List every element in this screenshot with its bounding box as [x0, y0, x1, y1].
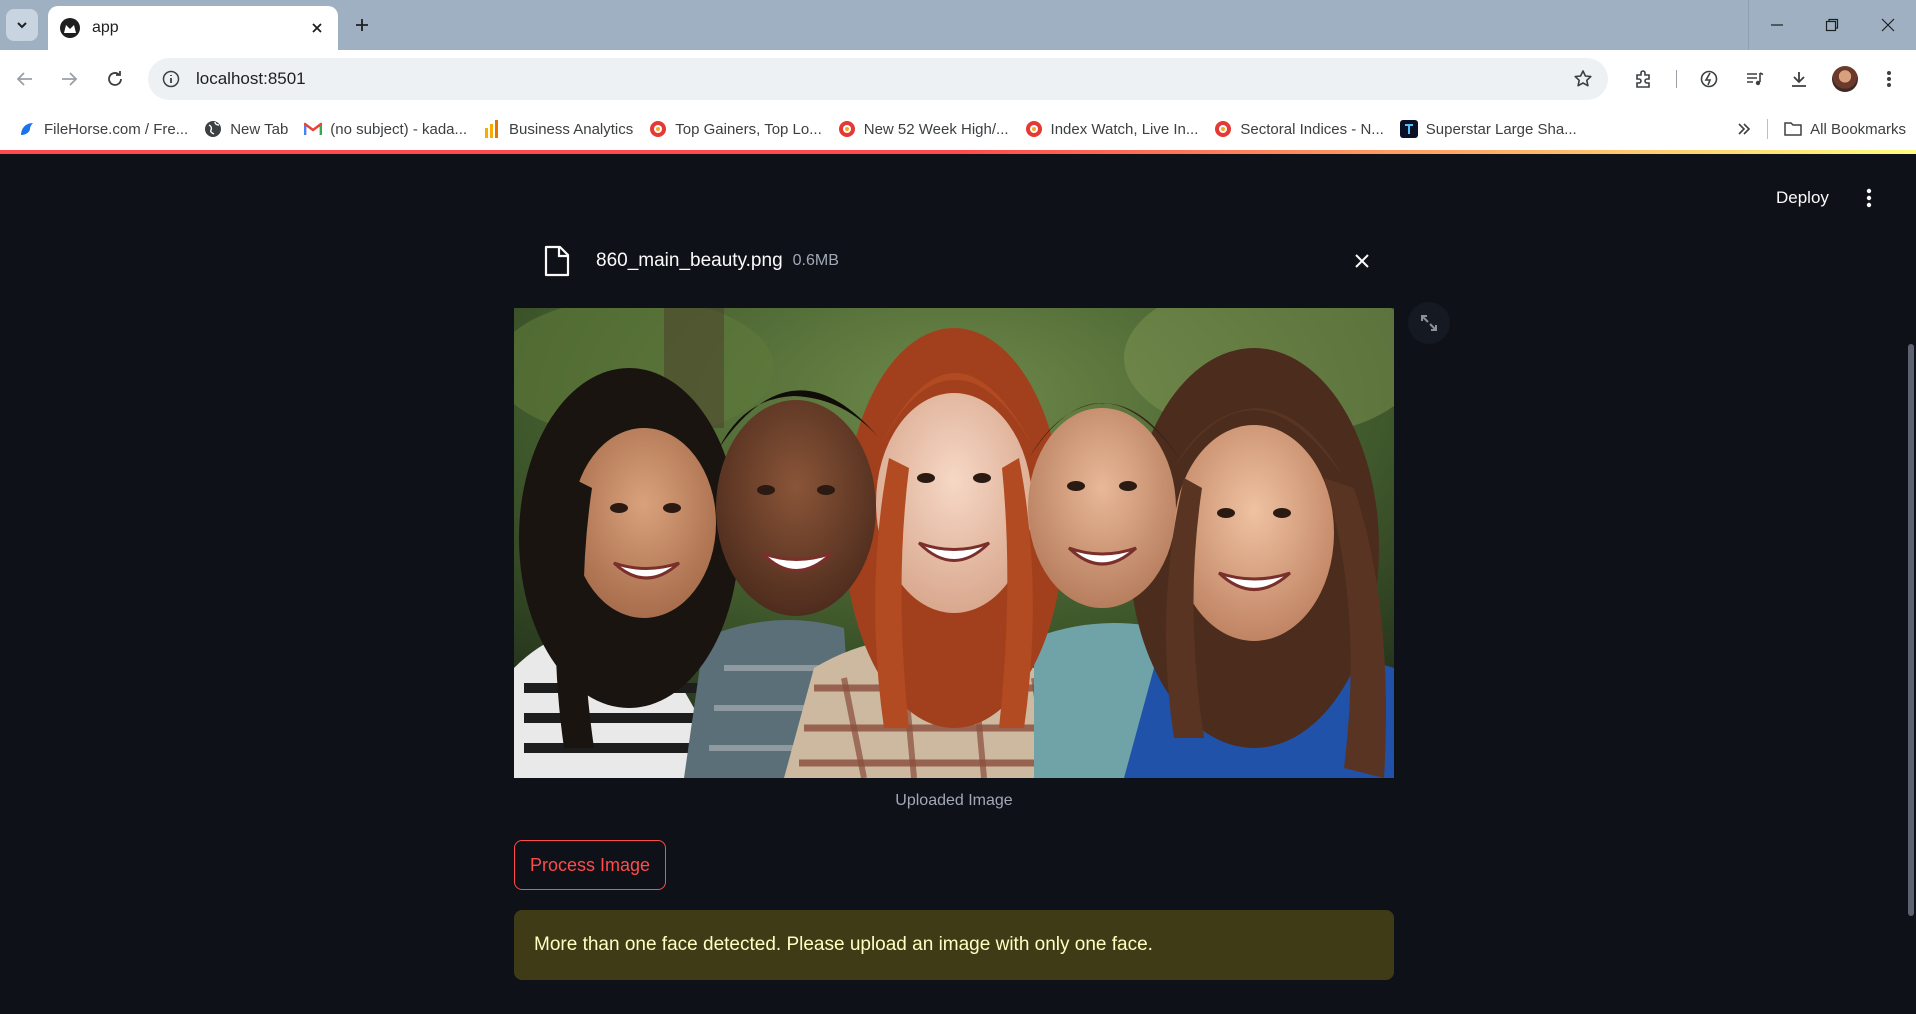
process-image-button[interactable]: Process Image — [514, 840, 667, 890]
deploy-button[interactable]: Deploy — [1766, 180, 1839, 216]
bookmark-new-tab[interactable]: New Tab — [196, 115, 296, 143]
bookmark-top-gainers[interactable]: Top Gainers, Top Lo... — [641, 115, 829, 143]
close-icon — [1355, 254, 1369, 268]
bookmark-business-analytics[interactable]: Business Analytics — [475, 115, 641, 143]
performance-icon[interactable] — [1694, 64, 1724, 94]
bookmark-52-week-high[interactable]: New 52 Week High/... — [830, 115, 1017, 143]
tab-close-icon[interactable] — [308, 19, 326, 37]
chevron-down-icon — [17, 22, 27, 29]
uploaded-file: 860_main_beauty.png 0.6MB — [514, 236, 1394, 286]
streamlit-app: Deploy 860_main_beauty.png 0.6MB Uploade… — [0, 150, 1916, 1014]
arrow-left-icon — [16, 72, 32, 86]
bookmark-superstar[interactable]: Superstar Large Sha... — [1392, 115, 1585, 143]
bookmark-gmail[interactable]: (no subject) - kada... — [296, 115, 475, 143]
bookmark-sectoral-indices[interactable]: Sectoral Indices - N... — [1206, 115, 1391, 143]
file-icon — [542, 243, 572, 279]
bookmarks-divider — [1767, 119, 1769, 139]
plus-icon — [356, 19, 368, 31]
window-controls — [1748, 0, 1916, 50]
warning-alert: More than one face detected. Please uplo… — [514, 910, 1394, 980]
tab-search-button[interactable] — [6, 9, 38, 41]
new-tab-button[interactable] — [348, 11, 376, 39]
filehorse-icon — [18, 120, 36, 138]
forward-button[interactable] — [54, 64, 84, 94]
moneycontrol-icon — [838, 120, 856, 138]
trendlyne-icon — [1399, 120, 1418, 138]
download-icon[interactable] — [1784, 64, 1814, 94]
close-window-button[interactable] — [1860, 0, 1916, 50]
site-info-icon[interactable] — [156, 64, 186, 94]
back-button[interactable] — [10, 64, 40, 94]
all-bookmarks-button[interactable]: All Bookmarks — [1784, 115, 1906, 143]
expand-icon — [1421, 315, 1437, 331]
uploaded-image — [514, 308, 1394, 778]
folder-icon — [1784, 120, 1802, 138]
group-photo-illustration — [514, 308, 1394, 778]
arrow-right-icon — [62, 72, 78, 86]
file-size: 0.6MB — [792, 252, 839, 269]
restore-icon — [1825, 18, 1839, 32]
toolbar-divider — [1676, 70, 1677, 88]
bookmark-index-watch[interactable]: Index Watch, Live In... — [1017, 115, 1207, 143]
address-bar[interactable]: localhost:8501 — [148, 58, 1608, 100]
fullscreen-button[interactable] — [1408, 302, 1450, 344]
browser-menu-icon[interactable] — [1874, 64, 1904, 94]
bookmarks-right-group: All Bookmarks — [1729, 115, 1906, 143]
bookmark-filehorse[interactable]: FileHorse.com / Fre... — [10, 115, 196, 143]
file-name: 860_main_beauty.png — [596, 250, 783, 271]
browser-toolbar: localhost:8501 — [0, 50, 1916, 108]
globe-icon — [204, 120, 222, 138]
streamlit-favicon-icon — [60, 18, 80, 38]
close-icon — [1881, 18, 1895, 32]
media-controls-icon[interactable] — [1740, 64, 1770, 94]
bookmark-star-icon[interactable] — [1568, 64, 1598, 94]
extensions-icon[interactable] — [1628, 64, 1658, 94]
more-bookmarks-icon[interactable] — [1729, 115, 1759, 143]
moneycontrol-icon — [1214, 120, 1232, 138]
page-scrollbar[interactable] — [1908, 344, 1914, 916]
minimize-button[interactable] — [1748, 0, 1804, 50]
browser-titlebar: app — [0, 0, 1916, 50]
remove-file-button[interactable] — [1348, 247, 1376, 275]
profile-avatar[interactable] — [1832, 66, 1858, 92]
browser-tab-app[interactable]: app — [48, 6, 338, 50]
warning-message: More than one face detected. Please uplo… — [534, 934, 1153, 955]
reload-button[interactable] — [100, 64, 130, 94]
analytics-icon — [483, 120, 501, 138]
gmail-icon — [304, 120, 323, 138]
app-main-menu-icon[interactable] — [1854, 180, 1884, 216]
url-text[interactable]: localhost:8501 — [196, 69, 1568, 89]
image-caption: Uploaded Image — [895, 792, 1013, 809]
reload-icon — [108, 71, 122, 86]
moneycontrol-icon — [1025, 120, 1043, 138]
minimize-icon — [1770, 24, 1783, 26]
restore-button[interactable] — [1804, 0, 1860, 50]
moneycontrol-icon — [649, 120, 667, 138]
app-header-decoration — [0, 150, 1916, 154]
bookmarks-bar: FileHorse.com / Fre... New Tab (no subje… — [0, 108, 1916, 150]
tab-title: app — [92, 19, 119, 36]
